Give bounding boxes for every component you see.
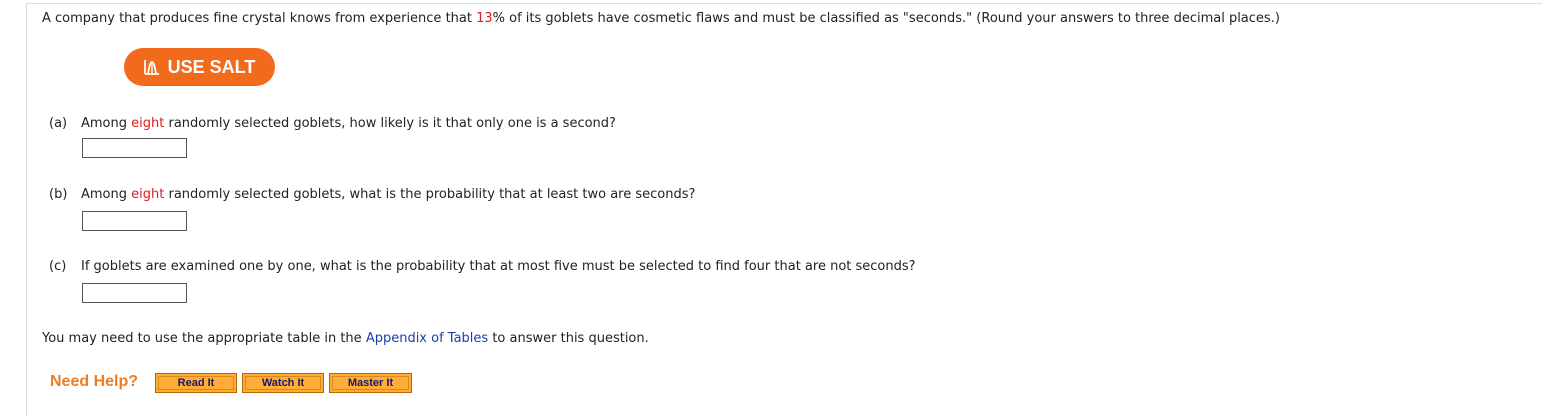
appendix-of-tables-link[interactable]: Appendix of Tables xyxy=(366,331,488,346)
part-a-letter: (a) xyxy=(49,116,68,131)
watch-it-label: Watch It xyxy=(245,376,321,390)
use-salt-button[interactable]: USE SALT xyxy=(124,48,275,86)
appendix-text-before: You may need to use the appropriate tabl… xyxy=(42,331,366,346)
use-salt-label: USE SALT xyxy=(167,56,256,77)
read-it-button[interactable]: Read It xyxy=(155,373,237,393)
part-b-text-after: randomly selected goblets, what is the p… xyxy=(164,187,696,202)
read-it-label: Read It xyxy=(158,376,234,390)
part-b-highlight: eight xyxy=(131,187,165,202)
distribution-curve-icon xyxy=(143,59,160,75)
intro-text-before: A company that produces fine crystal kno… xyxy=(42,11,477,26)
part-c-question: (c) If goblets are examined one by one, w… xyxy=(49,259,916,275)
question-intro: A company that produces fine crystal kno… xyxy=(42,11,1280,27)
part-b-answer-input[interactable] xyxy=(82,211,187,231)
part-a-highlight: eight xyxy=(131,116,165,131)
watch-it-button[interactable]: Watch It xyxy=(242,373,324,393)
part-b-question: (b) Among eight randomly selected goblets… xyxy=(49,187,695,203)
need-help-label: Need Help? xyxy=(50,373,139,390)
part-a-text-after: randomly selected goblets, how likely is… xyxy=(164,116,616,131)
part-c-text: If goblets are examined one by one, what… xyxy=(81,259,916,274)
part-a-answer-input[interactable] xyxy=(82,138,187,158)
master-it-label: Master It xyxy=(332,376,409,390)
content-top-border xyxy=(26,3,1542,4)
part-b-letter: (b) xyxy=(49,187,68,202)
flaw-rate-value: 13 xyxy=(476,11,493,26)
part-a-text-before: Among xyxy=(81,116,132,131)
appendix-text-after: to answer this question. xyxy=(488,331,649,346)
part-b-text-before: Among xyxy=(81,187,132,202)
part-a-question: (a) Among eight randomly selected goblets… xyxy=(49,116,616,132)
intro-text-after: % of its goblets have cosmetic flaws and… xyxy=(492,11,1280,26)
part-c-answer-input[interactable] xyxy=(82,283,187,303)
part-c-letter: (c) xyxy=(49,259,67,274)
master-it-button[interactable]: Master It xyxy=(329,373,412,393)
appendix-note: You may need to use the appropriate tabl… xyxy=(42,331,649,347)
content-left-border xyxy=(26,3,27,416)
